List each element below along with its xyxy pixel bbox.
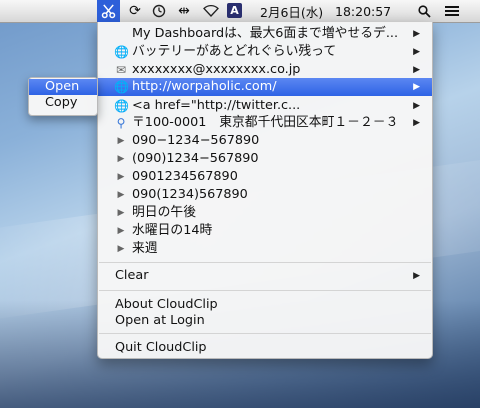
submenu-arrow-icon: ▶ (413, 271, 420, 281)
menubar-time[interactable]: 18:20:57 (335, 0, 391, 22)
clip-item-twitter-link[interactable]: 🌐 <a href="http://twitter.c... ▶ (98, 97, 432, 115)
submenu-arrow-icon: ▶ (413, 47, 420, 57)
clip-label: My Dashboardは、最大6面まで増やせるデ... (132, 26, 399, 41)
menu-separator (99, 333, 431, 334)
clip-label: 水曜日の14時 (132, 223, 213, 238)
globe-icon: 🌐 (114, 45, 129, 59)
triangle-icon: ▶ (117, 244, 125, 254)
clip-label: 明日の午後 (132, 205, 196, 220)
wifi-icon[interactable] (200, 0, 222, 22)
menu-separator (99, 262, 431, 263)
input-method-icon[interactable]: A (227, 3, 242, 18)
map-pin-icon: ⚲ (116, 116, 126, 130)
clip-label: 来週 (132, 241, 158, 256)
clip-item-phone-2[interactable]: ▶ (090)1234−567890 (98, 150, 432, 168)
envelope-icon: ✉ (115, 63, 127, 77)
clip-label: (090)1234−567890 (132, 151, 259, 166)
globe-icon: 🌐 (114, 99, 129, 113)
menu-separator (99, 290, 431, 291)
clip-item-phone-1[interactable]: ▶ 090−1234−567890 (98, 132, 432, 150)
copy-menu-item[interactable]: Copy (29, 95, 97, 111)
clip-label: <a href="http://twitter.c... (132, 98, 301, 113)
login-label: Open at Login (115, 313, 205, 328)
clip-item-address[interactable]: ⚲ 〒100-0001 東京都千代田区本町１－２－３ ▶ (98, 114, 432, 132)
sync-icon[interactable]: ⟳ (124, 0, 146, 22)
open-at-login-menu-item[interactable]: Open at Login (98, 312, 432, 330)
clip-action-submenu: Open Copy (28, 77, 98, 116)
submenu-arrow-icon: ▶ (413, 65, 420, 75)
clip-label: 0901234567890 (132, 169, 238, 184)
scissors-icon[interactable] (97, 0, 120, 22)
copy-label: Copy (45, 95, 78, 110)
triangle-icon: ▶ (117, 136, 125, 146)
quit-menu-item[interactable]: Quit CloudClip (98, 339, 432, 357)
clip-label: xxxxxxxx@xxxxxxxx.co.jp (132, 62, 301, 77)
quit-label: Quit CloudClip (115, 340, 207, 355)
cloudclip-menu: My Dashboardは、最大6面まで増やせるデ... ▶ 🌐 バッテリーがあ… (97, 22, 433, 359)
triangle-icon: ▶ (117, 208, 125, 218)
triangle-icon: ▶ (117, 226, 125, 236)
clip-label: 〒100-0001 東京都千代田区本町１－２－３ (132, 115, 399, 130)
clip-label: バッテリーがあとどれぐらい残って (132, 44, 337, 59)
clip-item-wednesday[interactable]: ▶ 水曜日の14時 (98, 222, 432, 240)
menu-bar: ⟳ ⇹ A 2月6日(水) 18:20:57 (0, 0, 480, 23)
clear-label: Clear (115, 268, 149, 283)
clip-item-dashboard[interactable]: My Dashboardは、最大6面まで増やせるデ... ▶ (98, 25, 432, 43)
triangle-icon: ▶ (117, 154, 125, 164)
clip-label: 090−1234−567890 (132, 133, 260, 148)
submenu-arrow-icon: ▶ (413, 101, 420, 111)
submenu-arrow-icon: ▶ (413, 29, 420, 39)
clip-item-tomorrow[interactable]: ▶ 明日の午後 (98, 204, 432, 222)
arrows-icon[interactable]: ⇹ (173, 0, 195, 22)
list-icon[interactable] (441, 0, 463, 22)
submenu-arrow-icon: ▶ (413, 118, 420, 128)
clip-item-battery[interactable]: 🌐 バッテリーがあとどれぐらい残って ▶ (98, 43, 432, 61)
open-menu-item[interactable]: Open (29, 79, 97, 95)
clock-icon[interactable] (148, 0, 170, 22)
clip-item-phone-4[interactable]: ▶ 090(1234)567890 (98, 186, 432, 204)
clip-item-url[interactable]: 🌐 http://worpaholic.com/ ▶ (98, 78, 432, 96)
clip-label: 090(1234)567890 (132, 187, 248, 202)
search-icon[interactable] (413, 0, 435, 22)
menubar-date[interactable]: 2月6日(水) (260, 0, 323, 22)
clear-menu-item[interactable]: Clear ▶ (98, 267, 432, 285)
globe-icon: 🌐 (114, 80, 129, 94)
clip-item-email[interactable]: ✉ xxxxxxxx@xxxxxxxx.co.jp ▶ (98, 61, 432, 79)
open-label: Open (45, 79, 80, 94)
clip-item-phone-3[interactable]: ▶ 0901234567890 (98, 168, 432, 186)
triangle-icon: ▶ (117, 190, 125, 200)
clip-item-next-week[interactable]: ▶ 来週 (98, 240, 432, 258)
triangle-icon: ▶ (117, 172, 125, 182)
clip-label: http://worpaholic.com/ (132, 79, 277, 94)
submenu-arrow-icon: ▶ (413, 82, 420, 92)
